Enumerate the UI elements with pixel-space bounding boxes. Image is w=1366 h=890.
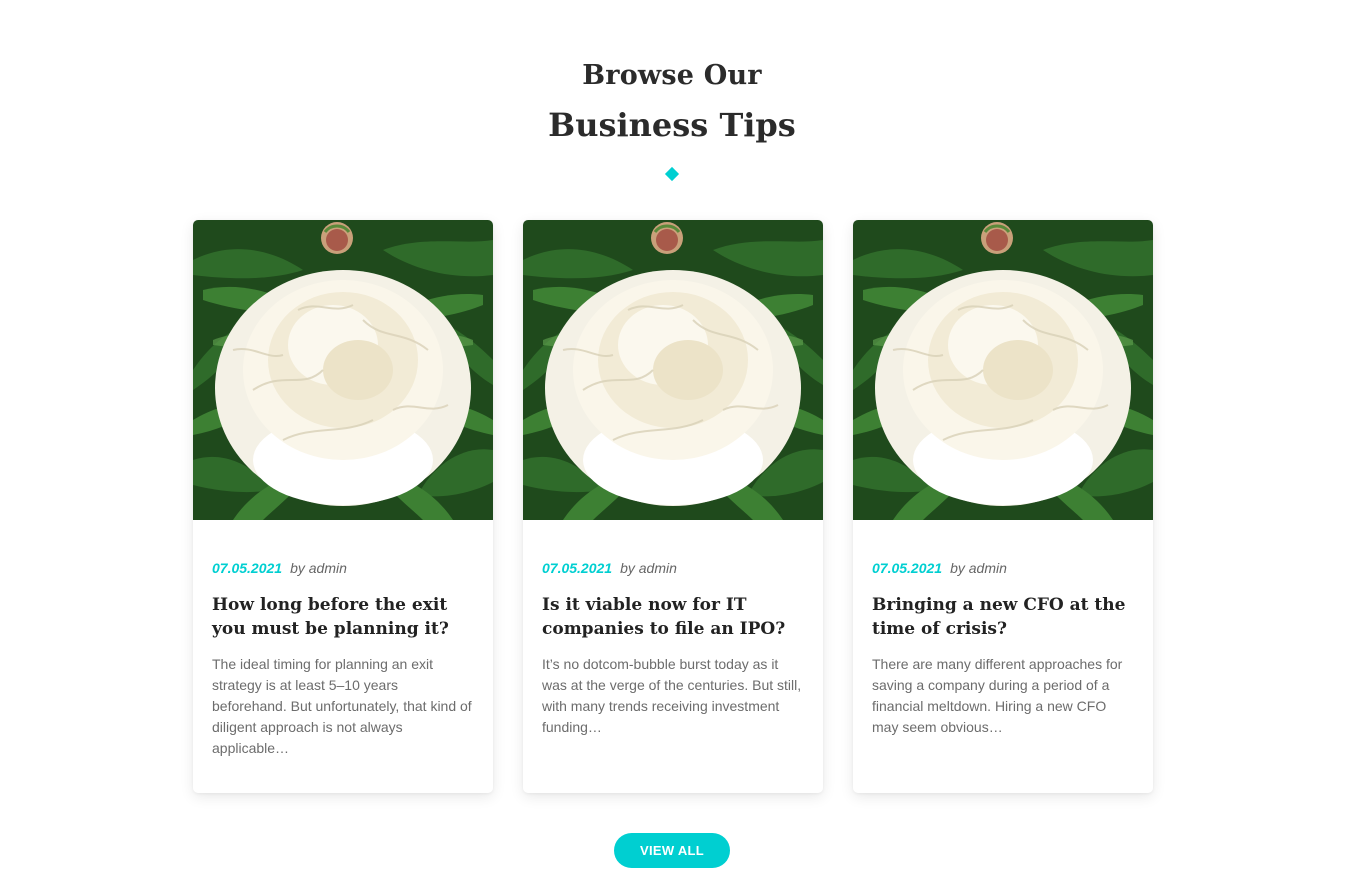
post-excerpt: It’s no dotcom-bubble burst today as it …: [542, 656, 802, 735]
post-excerpt: The ideal timing for planning an exit st…: [212, 656, 472, 756]
section-title-line1: Browse Our: [582, 60, 762, 91]
blog-section: Browse Our Business Tips 07.05.2021 by ad…: [0, 0, 1366, 890]
view-all-button[interactable]: VIEW ALL: [614, 833, 730, 868]
post-card[interactable]: 07.05.2021 by admin Is it viable now for …: [523, 220, 823, 793]
post-author[interactable]: by admin: [620, 560, 677, 576]
diamond-divider-icon: [664, 166, 680, 182]
post-author[interactable]: by admin: [290, 560, 347, 576]
post-date[interactable]: 07.05.2021: [212, 560, 282, 576]
post-meta: 07.05.2021 by admin: [212, 560, 347, 576]
section-title-line2: Business Tips: [548, 106, 796, 144]
post-image[interactable]: [523, 220, 823, 520]
post-date[interactable]: 07.05.2021: [542, 560, 612, 576]
post-title[interactable]: Bringing a new CFO at the time of crisis…: [872, 593, 1137, 641]
post-card[interactable]: 07.05.2021 by admin How long before the e…: [193, 220, 493, 793]
post-meta: 07.05.2021 by admin: [542, 560, 677, 576]
post-meta: 07.05.2021 by admin: [872, 560, 1007, 576]
post-image[interactable]: [193, 220, 493, 520]
post-author[interactable]: by admin: [950, 560, 1007, 576]
post-date[interactable]: 07.05.2021: [872, 560, 942, 576]
post-excerpt: There are many different approaches for …: [872, 656, 1123, 735]
post-title[interactable]: Is it viable now for IT companies to fil…: [542, 593, 807, 641]
post-image[interactable]: [853, 220, 1153, 520]
post-title[interactable]: How long before the exit you must be pla…: [212, 593, 477, 641]
post-card[interactable]: 07.05.2021 by admin Bringing a new CFO at…: [853, 220, 1153, 793]
